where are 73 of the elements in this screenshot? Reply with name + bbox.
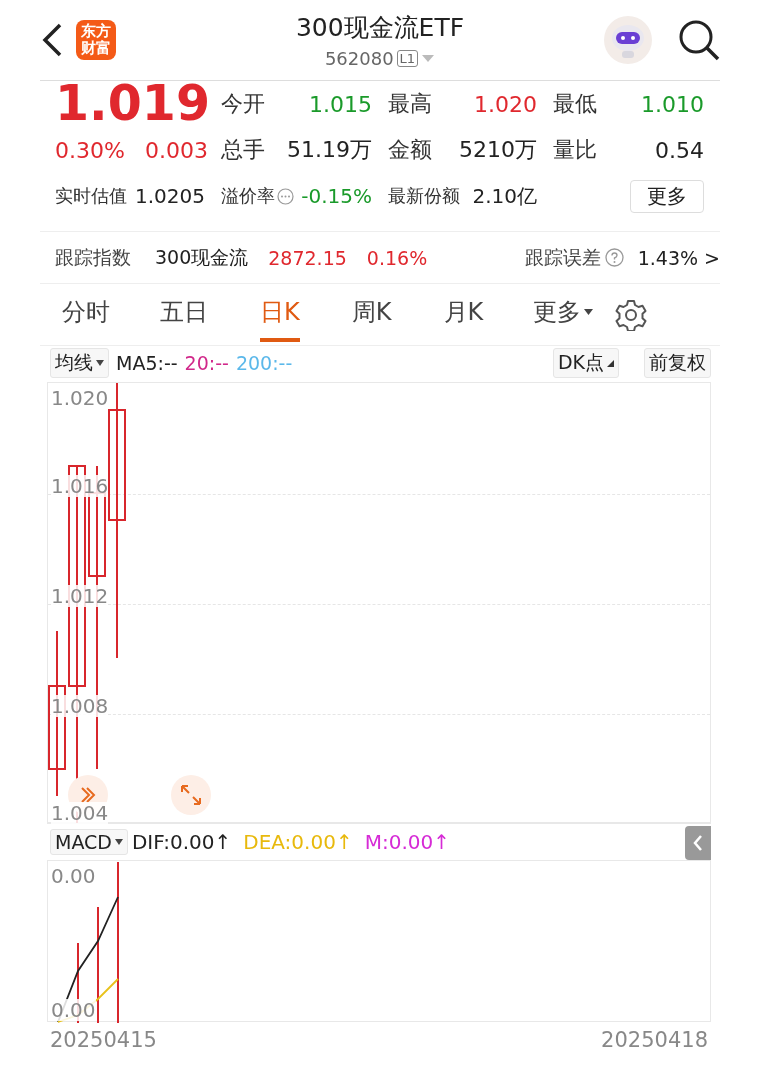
fund-title: 300现金流ETF bbox=[295, 12, 465, 44]
stat-value: 1.010 bbox=[641, 91, 704, 117]
ma-value: MA5:-- bbox=[116, 352, 178, 374]
macd-value: M:0.00↑ bbox=[364, 830, 450, 854]
adjust-button[interactable]: 前复权 bbox=[644, 348, 711, 378]
double-chevron-icon bbox=[79, 786, 97, 804]
date-label: 20250418 bbox=[601, 1028, 708, 1052]
stat-value: 1.0205 bbox=[135, 184, 205, 208]
axis-label: 1.016 bbox=[51, 475, 109, 497]
help-icon[interactable] bbox=[604, 248, 624, 267]
current-price: 1.019 bbox=[55, 81, 205, 127]
axis-label: 0.00 bbox=[51, 999, 96, 1021]
more-info-icon[interactable] bbox=[277, 187, 294, 205]
stat-value: 0.54 bbox=[655, 137, 704, 163]
ma-value: 200:-- bbox=[235, 352, 293, 374]
date-label: 20250415 bbox=[50, 1028, 157, 1052]
stat-value: -0.15% bbox=[301, 184, 372, 208]
axis-label: 1.004 bbox=[51, 802, 109, 824]
chart-tab[interactable]: 分时 bbox=[62, 287, 110, 342]
corner-caret-icon bbox=[607, 359, 614, 367]
indicator-dropdown[interactable]: 均线 bbox=[50, 348, 109, 378]
chart-tab[interactable]: 日K bbox=[260, 287, 300, 342]
tracking-label: 跟踪指数 bbox=[55, 244, 131, 270]
stat-label: 最低 bbox=[553, 90, 597, 118]
app-logo: 东方财富 bbox=[76, 20, 116, 60]
change-amount: 0.003 bbox=[144, 137, 208, 163]
settings-icon bbox=[615, 298, 648, 331]
stat-label: 金额 bbox=[388, 136, 432, 164]
index-change: 0.16% bbox=[366, 246, 428, 269]
level-badge: L1 bbox=[396, 50, 419, 67]
stat-label: 总手 bbox=[221, 136, 265, 164]
caret-icon bbox=[96, 360, 104, 366]
axis-label: 1.012 bbox=[51, 585, 109, 607]
chart-tab[interactable]: 五日 bbox=[160, 287, 208, 342]
stat-label: 今开 bbox=[221, 90, 265, 118]
collapse-button[interactable] bbox=[685, 826, 711, 860]
ma-value: 20:-- bbox=[184, 352, 229, 374]
tracking-error-label: 跟踪误差 bbox=[524, 244, 601, 270]
fund-code: 562080 bbox=[324, 48, 394, 69]
expand-icon bbox=[180, 784, 202, 806]
robot-avatar[interactable] bbox=[604, 16, 652, 64]
macd-dropdown[interactable]: MACD bbox=[50, 829, 128, 855]
axis-label: 1.008 bbox=[51, 695, 109, 717]
chevron-left-icon bbox=[693, 835, 703, 851]
stat-value: 2.10亿 bbox=[472, 182, 537, 210]
stat-label: 最新份额 bbox=[388, 184, 460, 208]
back-button[interactable] bbox=[40, 22, 64, 58]
caret-icon bbox=[114, 839, 123, 845]
caret-icon[interactable] bbox=[421, 54, 436, 63]
chart-tab[interactable]: 更多 bbox=[533, 287, 594, 342]
stat-value: 5210万 bbox=[459, 136, 537, 164]
stat-value: 51.19万 bbox=[287, 136, 372, 164]
stat-label: 溢价率 bbox=[221, 184, 275, 208]
fullscreen-button[interactable] bbox=[171, 775, 211, 815]
tracking-error-link[interactable]: 1.43% > bbox=[637, 246, 720, 269]
more-button[interactable]: 更多 bbox=[630, 179, 704, 213]
stat-label: 最高 bbox=[388, 90, 432, 118]
chart-tab[interactable]: 月K bbox=[443, 287, 484, 342]
macd-value: DEA:0.00↑ bbox=[243, 830, 353, 854]
chart-tab[interactable]: 周K bbox=[351, 287, 392, 342]
back-icon bbox=[40, 22, 64, 58]
search-icon bbox=[678, 19, 720, 61]
search-button[interactable] bbox=[678, 19, 720, 61]
index-value: 2872.15 bbox=[268, 246, 347, 269]
stat-label: 实时估值 bbox=[55, 184, 127, 208]
macd-value: DIF:0.00↑ bbox=[131, 830, 232, 854]
change-percent: 0.30% bbox=[55, 137, 125, 163]
stat-value: 1.015 bbox=[309, 91, 372, 117]
index-name: 300现金流 bbox=[155, 244, 249, 270]
dk-button[interactable]: DK点 bbox=[552, 348, 619, 378]
stat-value: 1.020 bbox=[474, 91, 537, 117]
settings-button[interactable] bbox=[615, 298, 648, 331]
stat-label: 量比 bbox=[553, 136, 597, 164]
